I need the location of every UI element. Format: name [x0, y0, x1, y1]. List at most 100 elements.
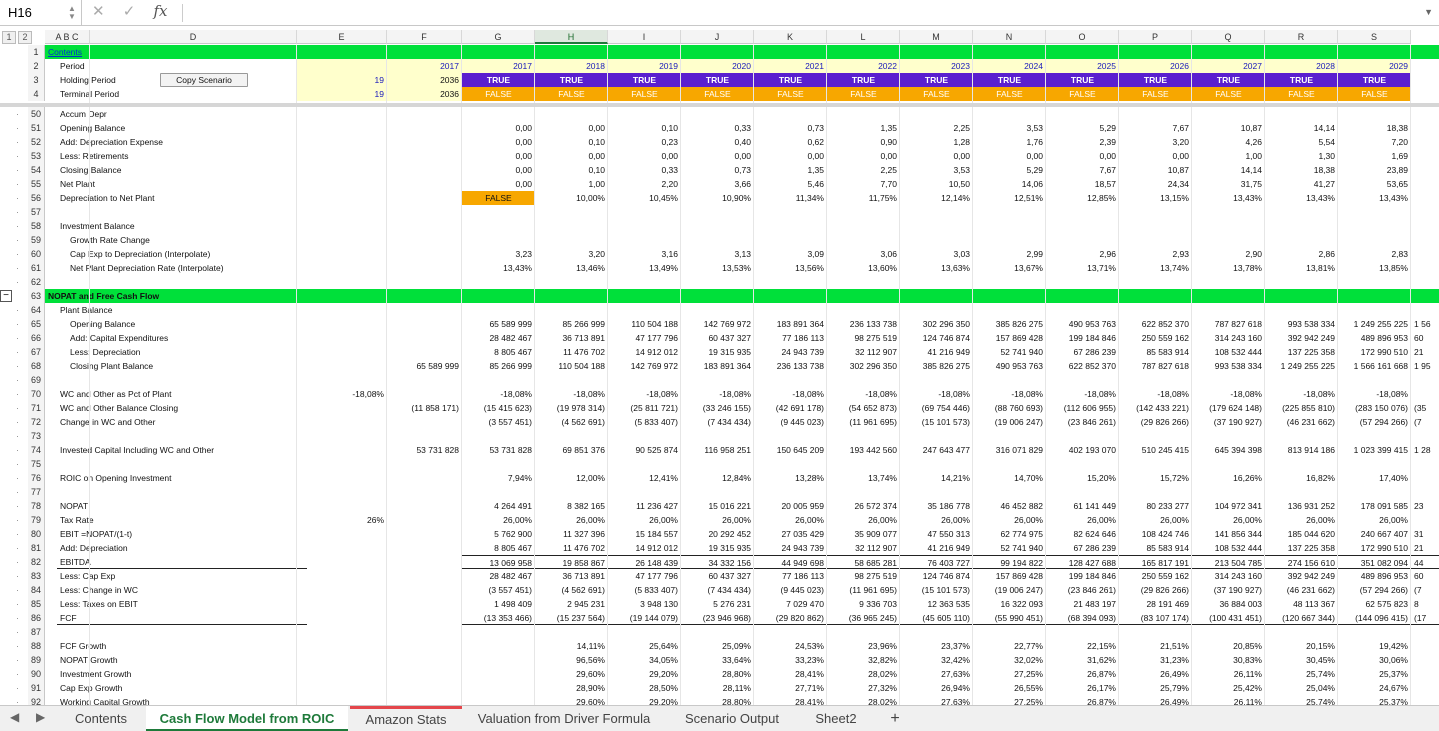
- cell-value[interactable]: 1,00: [1192, 149, 1265, 163]
- cell-value[interactable]: 247 643 477: [900, 443, 973, 457]
- cell-value[interactable]: 15,20%: [1046, 471, 1119, 485]
- cell-value[interactable]: 14 912 012: [608, 541, 681, 555]
- cell-value[interactable]: 2,99: [973, 247, 1046, 261]
- cell-value[interactable]: 34,05%: [608, 653, 681, 667]
- cell-value[interactable]: 32 112 907: [827, 541, 900, 555]
- cell-value[interactable]: (29 820 862): [754, 611, 827, 625]
- cell-value[interactable]: 0,00: [754, 149, 827, 163]
- cell-value[interactable]: 0,00: [900, 149, 973, 163]
- cell-value[interactable]: 0,90: [827, 135, 900, 149]
- cell-value[interactable]: 314 243 160: [1192, 569, 1265, 583]
- cell-value[interactable]: 2,25: [900, 121, 973, 135]
- cell-value[interactable]: 26,00%: [1046, 513, 1119, 527]
- cell-value[interactable]: FALSE: [1338, 87, 1411, 101]
- prev-sheet-icon[interactable]: ◀: [10, 710, 19, 724]
- cell-value[interactable]: 25,64%: [608, 639, 681, 653]
- cell-value[interactable]: 172 990 510: [1338, 345, 1411, 359]
- cell-value[interactable]: 61 141 449: [1046, 499, 1119, 513]
- cell-value[interactable]: 1 28: [1411, 443, 1439, 457]
- cell-value[interactable]: TRUE: [1265, 73, 1338, 87]
- row-label[interactable]: Period: [57, 59, 307, 73]
- cell-value[interactable]: 16,26%: [1192, 471, 1265, 485]
- row-label[interactable]: EBIT =NOPAT/(1-t): [57, 527, 307, 541]
- copy-scenario-button[interactable]: Copy Scenario: [160, 73, 248, 87]
- cell-value[interactable]: 13,43%: [1338, 191, 1411, 205]
- cell-value[interactable]: 2029: [1338, 59, 1411, 73]
- cell-value[interactable]: TRUE: [462, 73, 535, 87]
- cell-value[interactable]: 10,45%: [608, 191, 681, 205]
- cell-value[interactable]: 30,45%: [1265, 653, 1338, 667]
- cell-value[interactable]: 18,57: [1046, 177, 1119, 191]
- cell-value[interactable]: 199 184 846: [1046, 331, 1119, 345]
- cell-value[interactable]: 5 276 231: [681, 597, 754, 611]
- cell-value[interactable]: 13,15%: [1119, 191, 1192, 205]
- cell-value[interactable]: 24,67%: [1338, 681, 1411, 695]
- cell-value[interactable]: 19 858 867: [535, 555, 608, 569]
- cell-value[interactable]: 172 990 510: [1338, 541, 1411, 555]
- row-label[interactable]: Opening Balance: [57, 121, 307, 135]
- cell-value[interactable]: 1 56: [1411, 317, 1439, 331]
- cell-value[interactable]: 67 286 239: [1046, 541, 1119, 555]
- cell-value[interactable]: 12,85%: [1046, 191, 1119, 205]
- cell-value[interactable]: (46 231 662): [1265, 583, 1338, 597]
- row-header[interactable]: 87: [28, 625, 45, 639]
- cell-value[interactable]: 26%: [297, 513, 387, 527]
- cell-value[interactable]: (29 826 266): [1119, 415, 1192, 429]
- cell-value[interactable]: 3,53: [900, 163, 973, 177]
- cell-value[interactable]: 2021: [754, 59, 827, 73]
- column-header-q[interactable]: Q: [1192, 30, 1265, 44]
- cell-value[interactable]: 250 559 162: [1119, 569, 1192, 583]
- cell-value[interactable]: 1,35: [754, 163, 827, 177]
- cell-value[interactable]: 19 315 935: [681, 345, 754, 359]
- cell-value[interactable]: 10,00%: [535, 191, 608, 205]
- cell-value[interactable]: 7,67: [1046, 163, 1119, 177]
- input-cell[interactable]: [297, 59, 387, 73]
- column-header-l[interactable]: L: [827, 30, 900, 44]
- cell-value[interactable]: 46 452 882: [973, 499, 1046, 513]
- cell-value[interactable]: (9 445 023): [754, 415, 827, 429]
- cell-value[interactable]: FALSE: [754, 87, 827, 101]
- cell-value[interactable]: 0,33: [681, 121, 754, 135]
- cell-value[interactable]: 13 069 958: [462, 555, 535, 569]
- cell-value[interactable]: 1,35: [827, 121, 900, 135]
- row-header[interactable]: 66: [28, 331, 45, 345]
- row-header[interactable]: 51: [28, 121, 45, 135]
- cell-value[interactable]: FALSE: [462, 191, 535, 205]
- cell-value[interactable]: 274 156 610: [1265, 555, 1338, 569]
- cell-value[interactable]: 31,23%: [1119, 653, 1192, 667]
- cell-value[interactable]: 1 249 255 225: [1265, 359, 1338, 373]
- cell-value[interactable]: 13,60%: [827, 261, 900, 275]
- cell-value[interactable]: 82 624 646: [1046, 527, 1119, 541]
- cell-value[interactable]: 13,43%: [462, 261, 535, 275]
- cell-value[interactable]: 26,00%: [462, 513, 535, 527]
- cell-value[interactable]: 28,80%: [681, 667, 754, 681]
- cell-value[interactable]: 26 148 439: [608, 555, 681, 569]
- row-header[interactable]: 64: [28, 303, 45, 317]
- cell-value[interactable]: 3,66: [681, 177, 754, 191]
- cell-value[interactable]: (11 961 695): [827, 415, 900, 429]
- row-label[interactable]: NOPAT: [57, 499, 307, 513]
- row-header[interactable]: 84: [28, 583, 45, 597]
- row-header[interactable]: 54: [28, 163, 45, 177]
- cell-value[interactable]: 0,00: [1119, 149, 1192, 163]
- cell-value[interactable]: 32,82%: [827, 653, 900, 667]
- cell-value[interactable]: 98 275 519: [827, 331, 900, 345]
- cell-value[interactable]: 136 931 252: [1265, 499, 1338, 513]
- cell-value[interactable]: 20 292 452: [681, 527, 754, 541]
- cell-value[interactable]: 28,90%: [535, 681, 608, 695]
- cell-value[interactable]: 26,94%: [900, 681, 973, 695]
- cell-value[interactable]: FALSE: [462, 87, 535, 101]
- cell-value[interactable]: 5,46: [754, 177, 827, 191]
- cell-value[interactable]: 622 852 370: [1046, 359, 1119, 373]
- cell-value[interactable]: 110 504 188: [608, 317, 681, 331]
- cell-value[interactable]: (19 006 247): [973, 415, 1046, 429]
- cell-value[interactable]: (35: [1411, 401, 1439, 415]
- cell-value[interactable]: 3,03: [900, 247, 973, 261]
- column-header-n[interactable]: N: [973, 30, 1046, 44]
- cell-value[interactable]: 165 817 191: [1119, 555, 1192, 569]
- row-header[interactable]: 56: [28, 191, 45, 205]
- column-header-abc[interactable]: A B C: [45, 30, 90, 44]
- cell-value[interactable]: 62 575 823: [1338, 597, 1411, 611]
- row-header[interactable]: 74: [28, 443, 45, 457]
- cell-value[interactable]: 351 082 094: [1338, 555, 1411, 569]
